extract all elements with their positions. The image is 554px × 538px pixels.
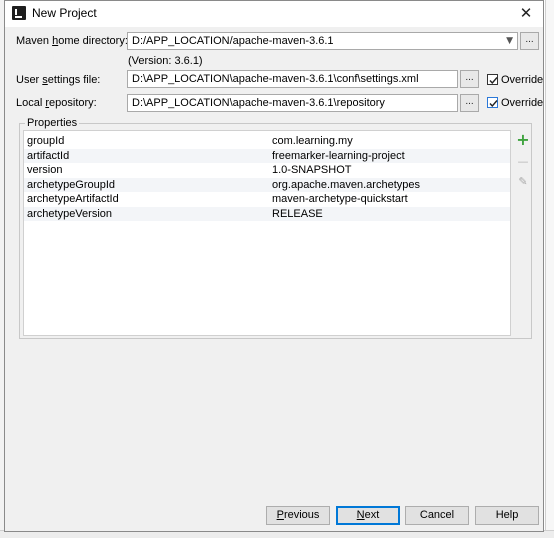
local-repo-label-text: Local	[16, 97, 46, 109]
window-title: New Project	[32, 6, 97, 20]
table-row[interactable]: artifactId freemarker-learning-project	[24, 148, 510, 163]
next-mnemonic: N	[356, 509, 365, 521]
chevron-down-icon[interactable]: ▼	[506, 33, 513, 49]
previous-button[interactable]: Previous	[266, 506, 330, 525]
user-settings-override-label: Override	[501, 74, 544, 86]
properties-group: Properties groupId com.learning.my artif…	[19, 117, 532, 339]
add-property-icon[interactable]: +	[516, 132, 530, 148]
property-key: archetypeVersion	[27, 207, 112, 220]
maven-home-value: D:/APP_LOCATION/apache-maven-3.6.1	[132, 35, 334, 47]
properties-table: groupId com.learning.my artifactId freem…	[23, 130, 511, 336]
remove-property-icon[interactable]: —	[516, 155, 530, 169]
property-value[interactable]: maven-archetype-quickstart	[272, 192, 408, 206]
maven-version-text: (Version: 3.6.1)	[128, 55, 203, 67]
local-repo-label: Local repository:	[16, 97, 97, 109]
next-button[interactable]: Next	[336, 506, 400, 525]
property-key: archetypeGroupId	[27, 178, 116, 191]
table-row[interactable]: archetypeArtifactId maven-archetype-quic…	[24, 192, 510, 207]
next-label: ext	[364, 509, 380, 521]
user-settings-input[interactable]: D:\APP_LOCATION\apache-maven-3.6.1\conf\…	[127, 70, 458, 88]
property-value[interactable]: RELEASE	[272, 207, 323, 221]
edit-property-icon[interactable]: ✎	[516, 175, 530, 189]
help-button[interactable]: Help	[475, 506, 539, 525]
local-repo-value: D:\APP_LOCATION\apache-maven-3.6.1\repos…	[132, 97, 385, 109]
cancel-button[interactable]: Cancel	[405, 506, 469, 525]
checkmark-icon	[489, 77, 498, 85]
maven-home-browse-button[interactable]: ...	[520, 32, 539, 50]
user-settings-label: User settings file:	[16, 74, 100, 86]
background-ide-right	[545, 0, 554, 537]
local-repo-label-text-rest: epository:	[49, 97, 97, 109]
previous-label: revious	[283, 509, 320, 521]
user-settings-label-text-rest: ettings file:	[47, 74, 101, 86]
intellij-app-icon	[12, 6, 26, 20]
user-settings-value: D:\APP_LOCATION\apache-maven-3.6.1\conf\…	[132, 73, 419, 85]
maven-home-label-text: Maven	[16, 35, 53, 47]
properties-title: Properties	[25, 117, 80, 129]
property-value[interactable]: freemarker-learning-project	[272, 149, 405, 163]
user-settings-label-text: User	[16, 74, 43, 86]
local-repo-input[interactable]: D:\APP_LOCATION\apache-maven-3.6.1\repos…	[127, 94, 458, 112]
property-key: groupId	[27, 135, 65, 147]
table-row[interactable]: groupId com.learning.my	[24, 134, 510, 149]
table-row[interactable]: archetypeGroupId org.apache.maven.archet…	[24, 177, 510, 192]
property-key: artifactId	[27, 149, 70, 162]
previous-mnemonic: P	[276, 509, 284, 521]
maven-home-combobox[interactable]: D:/APP_LOCATION/apache-maven-3.6.1 ▼	[127, 32, 518, 50]
property-key: version	[27, 164, 63, 176]
table-row[interactable]: archetypeVersion RELEASE	[24, 206, 510, 221]
maven-home-label-text-rest: ome directory:	[58, 35, 128, 47]
property-key: archetypeArtifactId	[27, 193, 119, 205]
title-bar: New Project ✕	[5, 1, 543, 27]
local-repo-override-label: Override	[501, 97, 544, 109]
close-button[interactable]: ✕	[515, 3, 537, 23]
local-repo-browse-button[interactable]: ...	[460, 94, 479, 112]
local-repo-override-checkbox[interactable]	[487, 97, 498, 108]
property-value[interactable]: com.learning.my	[272, 134, 353, 148]
property-value[interactable]: org.apache.maven.archetypes	[272, 178, 420, 192]
checkmark-icon	[489, 100, 498, 108]
user-settings-override-checkbox[interactable]	[487, 74, 498, 85]
table-row[interactable]: version 1.0-SNAPSHOT	[24, 163, 510, 178]
user-settings-browse-button[interactable]: ...	[460, 70, 479, 88]
property-value[interactable]: 1.0-SNAPSHOT	[272, 163, 351, 177]
new-project-dialog: New Project ✕ Maven home directory: D:/A…	[4, 0, 544, 532]
maven-home-label: Maven home directory:	[16, 35, 128, 47]
